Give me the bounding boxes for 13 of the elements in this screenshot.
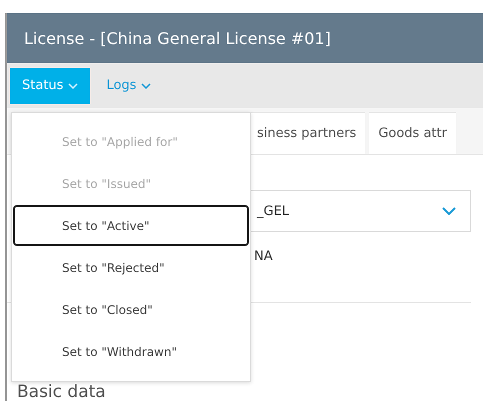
field-value: NA (253, 249, 274, 264)
section-title: Basic data (17, 383, 107, 401)
chevron-down-icon (68, 82, 78, 88)
chevron-down-icon (141, 82, 152, 88)
tab[interactable]: Goods attr (369, 112, 456, 154)
menu-item[interactable]: Set to "Rejected" (13, 247, 249, 288)
menu-item[interactable]: Set to "Withdrawn" (13, 331, 249, 372)
chevron-down-icon (442, 207, 456, 215)
menu-item[interactable]: Set to "Closed" (13, 289, 249, 330)
select-field[interactable]: _GEL (248, 190, 471, 232)
window-title: License - [China General License #01] (24, 28, 331, 48)
tab[interactable]: siness partners (248, 112, 366, 154)
menu-item[interactable]: Set to "Active" (13, 205, 249, 246)
